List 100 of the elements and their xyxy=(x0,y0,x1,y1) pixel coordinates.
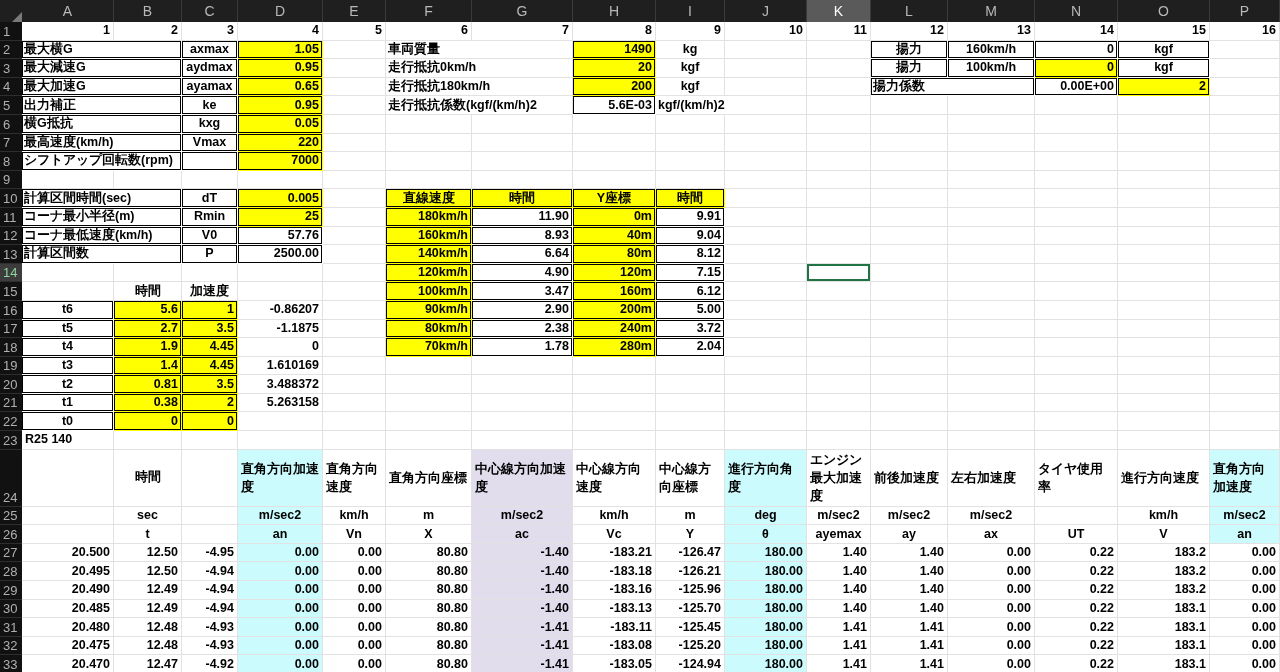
table-cell: UT xyxy=(1035,525,1118,544)
table-cell: 180.00 xyxy=(725,581,807,600)
table-cell: 1.40 xyxy=(871,562,948,582)
table-cell: 1.40 xyxy=(871,543,948,563)
table-cell: dT xyxy=(182,189,238,208)
column-header[interactable]: I xyxy=(656,0,725,22)
column-header[interactable]: J xyxy=(725,0,807,22)
column-header[interactable]: K xyxy=(807,0,871,22)
table-cell: 揚力係数 xyxy=(871,77,1035,97)
table-cell: 0 xyxy=(1035,59,1118,78)
table-cell: 180.00 xyxy=(725,618,807,637)
table-cell: 6.64 xyxy=(472,245,573,264)
column-header[interactable]: E xyxy=(323,0,386,22)
table-cell: 直線速度 xyxy=(386,189,472,208)
row-header[interactable]: 23 xyxy=(0,431,22,450)
table-cell: 1.40 xyxy=(807,562,871,582)
table-cell: 3.47 xyxy=(472,282,573,301)
table-cell: 時間 xyxy=(656,189,725,208)
table-cell: 2.38 xyxy=(472,319,573,339)
row-header[interactable]: 24 xyxy=(0,449,22,507)
table-cell: 1.40 xyxy=(807,543,871,563)
column-header[interactable]: B xyxy=(114,0,182,22)
row-header[interactable]: 18 xyxy=(0,338,22,357)
table-cell: 20.480 xyxy=(22,618,114,637)
table-cell: 0.00 xyxy=(948,618,1035,637)
table-cell: t6 xyxy=(22,300,114,320)
table-cell: -183.05 xyxy=(573,655,656,672)
column-header[interactable]: A xyxy=(22,0,114,22)
column-header[interactable]: N xyxy=(1035,0,1118,22)
row-header[interactable]: 20 xyxy=(0,375,22,394)
table-cell: 3.72 xyxy=(656,319,725,339)
table-cell: P xyxy=(182,245,238,264)
table-cell: シフトアップ回転数(rpm) xyxy=(22,152,182,171)
column-header[interactable]: P xyxy=(1210,0,1280,22)
table-cell: -183.16 xyxy=(573,581,656,600)
table-cell: 0.00 xyxy=(1210,599,1280,619)
row-header[interactable]: 26 xyxy=(0,525,22,544)
table-cell: 12.48 xyxy=(114,636,182,656)
table-cell: 100km/h xyxy=(386,282,472,301)
table-cell: 20.490 xyxy=(22,581,114,600)
column-header[interactable]: M xyxy=(948,0,1035,22)
column-header[interactable]: G xyxy=(472,0,573,22)
table-cell: 0.005 xyxy=(238,189,323,208)
table-cell: 2.04 xyxy=(656,338,725,357)
table-cell: 時間 xyxy=(114,449,182,507)
table-cell: R25 140 xyxy=(22,431,114,450)
table-cell: コーナ最低速度(km/h) xyxy=(22,226,182,246)
table-cell: 0 xyxy=(114,412,182,432)
row-header[interactable]: 29 xyxy=(0,581,22,600)
column-header[interactable]: O xyxy=(1118,0,1210,22)
table-cell: 直角方向加速度 xyxy=(1210,449,1280,507)
column-header[interactable]: H xyxy=(573,0,656,22)
row-header[interactable]: 5 xyxy=(0,96,22,115)
table-cell: 6 xyxy=(386,22,472,41)
row-header[interactable]: 13 xyxy=(0,245,22,264)
column-header[interactable]: F xyxy=(386,0,472,22)
table-cell: ay xyxy=(871,525,948,544)
table-cell: 0.00 xyxy=(1210,562,1280,582)
row-header[interactable]: 10 xyxy=(0,189,22,208)
row-header[interactable]: 28 xyxy=(0,562,22,582)
table-cell: 180.00 xyxy=(725,562,807,582)
column-header[interactable]: D xyxy=(238,0,323,22)
table-cell: -1.1875 xyxy=(238,319,323,339)
column-header[interactable]: L xyxy=(871,0,948,22)
table-cell: 12.50 xyxy=(114,543,182,563)
row-header[interactable]: 15 xyxy=(0,282,22,301)
table-cell: -183.11 xyxy=(573,618,656,637)
table-cell: 4.90 xyxy=(472,263,573,283)
table-cell: 0.00 xyxy=(323,618,386,637)
row-header[interactable]: 8 xyxy=(0,152,22,171)
table-cell: 0.22 xyxy=(1035,599,1118,619)
table-cell: t3 xyxy=(22,356,114,376)
table-cell: km/h xyxy=(573,506,656,526)
table-cell: 走行抵抗180km/h xyxy=(386,77,573,97)
table-cell: 1.41 xyxy=(871,636,948,656)
table-cell: 0.00 xyxy=(238,618,323,637)
row-header[interactable]: 1 xyxy=(0,22,22,41)
table-cell: Vmax xyxy=(182,133,238,153)
table-cell: 3.5 xyxy=(182,375,238,394)
table-cell: 時間 xyxy=(472,189,573,208)
table-cell: -0.86207 xyxy=(238,300,323,320)
table-cell: 0.00 xyxy=(323,543,386,563)
table-cell: 0.00 xyxy=(1210,581,1280,600)
row-header[interactable]: 33 xyxy=(0,655,22,672)
table-cell: 1.41 xyxy=(871,655,948,672)
table-cell: 12.47 xyxy=(114,655,182,672)
table-cell: 0.22 xyxy=(1035,562,1118,582)
table-cell: 中心線方向加速度 xyxy=(472,449,573,507)
table-cell: -183.13 xyxy=(573,599,656,619)
table-cell: 80m xyxy=(573,245,656,264)
table-cell: 15 xyxy=(1118,22,1210,41)
row-header[interactable]: 22 xyxy=(0,412,22,432)
table-cell: kgf/(km/h)2 xyxy=(656,96,807,115)
table-cell: -183.08 xyxy=(573,636,656,656)
row-header[interactable]: 31 xyxy=(0,618,22,637)
column-header[interactable]: C xyxy=(182,0,238,22)
table-cell: 0.81 xyxy=(114,375,182,394)
table-cell: 進行方向角度 xyxy=(725,449,807,507)
table-cell: 直角方向速度 xyxy=(323,449,386,507)
row-header[interactable]: 3 xyxy=(0,59,22,78)
